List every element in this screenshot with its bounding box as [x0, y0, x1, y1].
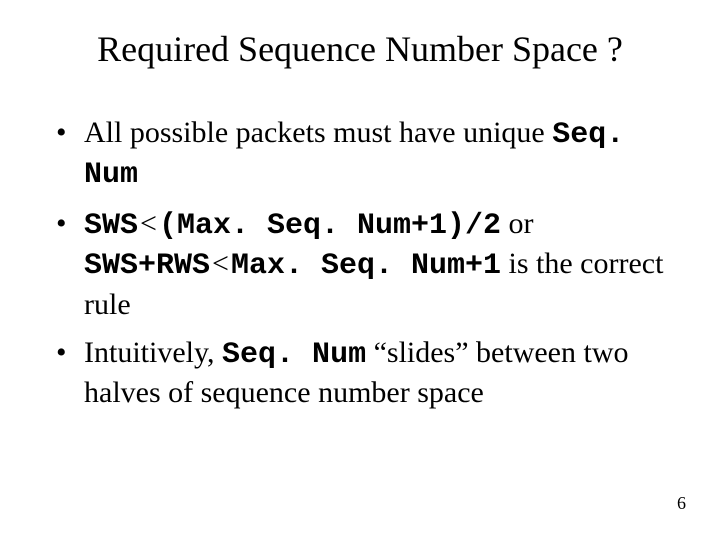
bullet-2-code-max1: (Max. Seq. Num+1)/2 [159, 209, 501, 243]
bullet-2-or: or [501, 207, 534, 240]
bullet-2: SWS<(Max. Seq. Num+1)/2 or SWS+RWS<Max. … [56, 205, 672, 324]
bullet-2-code-max2: Max. Seq. Num+1 [231, 249, 501, 283]
page-number: 6 [677, 493, 686, 514]
slide: Required Sequence Number Space ? All pos… [0, 0, 720, 540]
lt-symbol-2: < [210, 247, 231, 280]
bullet-1: All possible packets must have unique Se… [56, 114, 672, 195]
lt-symbol-1: < [138, 207, 159, 240]
bullet-3-code: Seq. Num [222, 338, 366, 372]
bullet-3: Intuitively, Seq. Num “slides” between t… [56, 334, 672, 413]
bullet-3-pre: Intuitively, [84, 336, 222, 369]
bullet-1-text: All possible packets must have unique [84, 116, 552, 149]
bullet-2-code-sws: SWS [84, 209, 138, 243]
slide-title: Required Sequence Number Space ? [48, 28, 672, 70]
bullet-list: All possible packets must have unique Se… [48, 114, 672, 413]
bullet-2-code-swsrws: SWS+RWS [84, 249, 210, 283]
